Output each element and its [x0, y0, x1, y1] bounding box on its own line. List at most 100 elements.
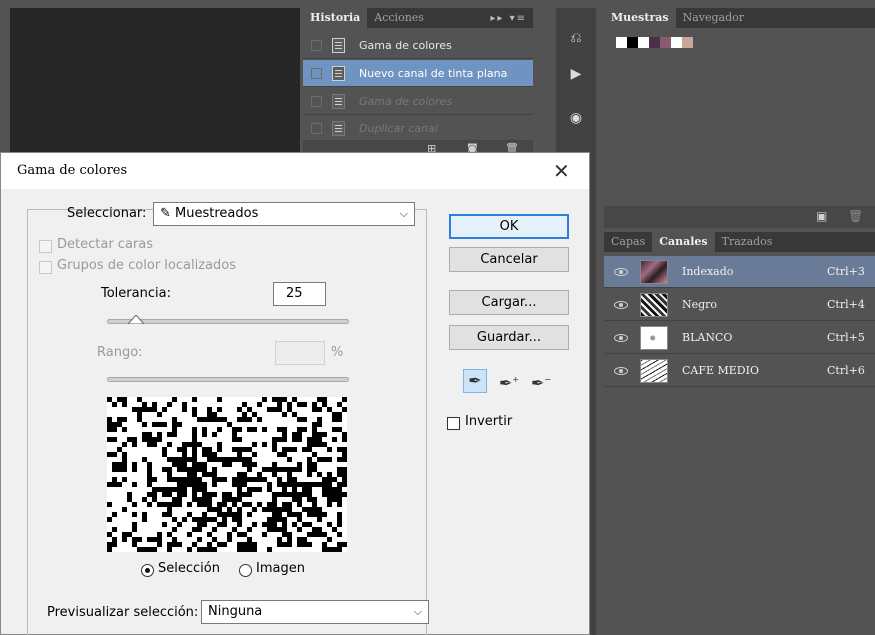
channel-shortcut: Ctrl+3: [827, 265, 865, 278]
tolerance-label: Tolerancia:: [101, 286, 171, 301]
tolerance-input[interactable]: 25: [273, 282, 326, 306]
color-swatch[interactable]: [649, 37, 660, 48]
radio-selection[interactable]: [141, 564, 154, 577]
preview-label: Previsualizar selección:: [47, 605, 199, 620]
history-checkbox[interactable]: [311, 122, 322, 134]
color-swatch[interactable]: [682, 37, 693, 48]
swatch-row: [616, 37, 693, 48]
localized-groups-checkbox[interactable]: [39, 261, 52, 274]
eyedropper-icon[interactable]: ✒: [463, 369, 487, 393]
localized-groups-label: Grupos de color localizados: [57, 258, 236, 273]
eyedropper-add-icon[interactable]: ✒+: [497, 369, 521, 393]
panel-menu-icon[interactable]: ▸▸ ▾≡: [490, 13, 533, 24]
history-item-label: Duplicar canal: [359, 121, 438, 135]
swatches-tabbar: Muestras Navegador: [604, 8, 875, 28]
channel-shortcut: Ctrl+5: [827, 331, 865, 344]
channels-tabbar: Capas Canales Trazados: [604, 232, 875, 252]
eye-icon[interactable]: [614, 267, 628, 276]
history-checkbox[interactable]: [311, 67, 322, 79]
history-item-selected[interactable]: Nuevo canal de tinta plana: [303, 60, 533, 87]
radio-selection-label: Selección: [158, 561, 220, 576]
chevron-down-icon: ⌵: [399, 207, 408, 220]
dialog-titlebar[interactable]: Gama de colores ✕: [1, 153, 589, 189]
select-value: Muestreados: [175, 206, 259, 221]
eyedropper-icon: ✎: [160, 206, 171, 221]
preview-noise-image: [107, 397, 347, 552]
document-icon: [332, 37, 345, 53]
new-swatch-icon[interactable]: ▣: [816, 209, 827, 223]
history-item[interactable]: Gama de colores: [303, 32, 533, 59]
history-checkbox[interactable]: [311, 39, 322, 51]
history-panel: Historia Acciones ▸▸ ▾≡ Gama de colores …: [303, 8, 533, 158]
history-item[interactable]: Duplicar canal: [303, 116, 533, 141]
eye-icon[interactable]: [614, 333, 628, 342]
tab-navegador[interactable]: Navegador: [676, 8, 751, 28]
channel-name: Indexado: [682, 265, 734, 278]
load-button[interactable]: Cargar...: [449, 290, 569, 315]
eye-icon[interactable]: [614, 300, 628, 309]
detect-faces-checkbox[interactable]: [39, 240, 52, 253]
eye-icon[interactable]: [614, 366, 628, 375]
range-slider: [107, 377, 349, 382]
save-button[interactable]: Guardar...: [449, 325, 569, 350]
channel-name: CAFE MEDIO: [682, 364, 759, 377]
swatches-panel: Muestras Navegador ▣ 🗑: [604, 8, 875, 228]
tab-historia[interactable]: Historia: [303, 8, 368, 28]
channel-shortcut: Ctrl+4: [827, 298, 865, 311]
document-canvas[interactable]: [10, 8, 300, 158]
tab-canales[interactable]: Canales: [652, 232, 715, 252]
history-item-label: Nuevo canal de tinta plana: [359, 66, 508, 80]
color-swatch[interactable]: [638, 37, 649, 48]
color-swatch[interactable]: [671, 37, 682, 48]
eyedropper-subtract-icon[interactable]: ✒−: [529, 369, 553, 393]
color-swatch[interactable]: [660, 37, 671, 48]
select-label: Seleccionar:: [67, 206, 147, 221]
selection-preview[interactable]: [107, 397, 347, 552]
history-checkbox[interactable]: [311, 95, 322, 107]
chevron-down-icon: ⌵: [413, 605, 422, 618]
range-label: Rango:: [97, 345, 143, 360]
close-icon[interactable]: ✕: [553, 159, 570, 183]
channel-row[interactable]: BLANCO Ctrl+5: [604, 322, 875, 354]
channel-thumbnail: [640, 358, 668, 383]
slider-thumb[interactable]: [128, 315, 145, 324]
tab-trazados[interactable]: Trazados: [715, 232, 780, 252]
preview-value: Ninguna: [208, 604, 263, 619]
invert-checkbox[interactable]: [447, 417, 460, 430]
channel-thumbnail: [640, 325, 668, 350]
dialog-title: Gama de colores: [17, 163, 128, 178]
color-range-dialog: Gama de colores ✕ Seleccionar: ✎ Muestre…: [0, 152, 590, 635]
history-tabbar: Historia Acciones ▸▸ ▾≡: [303, 8, 533, 28]
swatches-footer: ▣ 🗑: [604, 206, 875, 228]
color-swatch[interactable]: [616, 37, 627, 48]
tab-capas[interactable]: Capas: [604, 232, 652, 252]
tab-acciones[interactable]: Acciones: [367, 8, 431, 28]
channel-name: Negro: [682, 298, 718, 311]
preview-dropdown[interactable]: Ninguna ⌵: [201, 600, 429, 624]
color-swatch[interactable]: [627, 37, 638, 48]
select-dropdown[interactable]: ✎ Muestreados ⌵: [153, 202, 415, 226]
channel-row[interactable]: CAFE MEDIO Ctrl+6: [604, 355, 875, 387]
invert-label: Invertir: [465, 414, 513, 429]
history-item[interactable]: Gama de colores: [303, 88, 533, 115]
cancel-button[interactable]: Cancelar: [449, 247, 569, 272]
radio-image[interactable]: [239, 564, 252, 577]
history-item-label: Gama de colores: [359, 94, 453, 108]
detect-faces-label: Detectar caras: [57, 237, 153, 252]
channel-name: BLANCO: [682, 331, 733, 344]
channel-row[interactable]: Negro Ctrl+4: [604, 289, 875, 321]
ok-button[interactable]: OK: [449, 214, 569, 239]
channels-panel: Capas Canales Trazados Indexado Ctrl+3 N…: [604, 232, 875, 635]
adjustments-icon[interactable]: ◉: [556, 104, 596, 132]
tab-muestras[interactable]: Muestras: [604, 8, 676, 28]
history-brush-icon[interactable]: ⎌: [556, 24, 596, 52]
range-unit: %: [331, 345, 344, 360]
history-item-label: Gama de colores: [359, 38, 452, 52]
channel-row[interactable]: Indexado Ctrl+3: [604, 256, 875, 288]
channel-shortcut: Ctrl+6: [827, 364, 865, 377]
play-icon[interactable]: ▶: [556, 60, 596, 88]
trash-icon[interactable]: 🗑: [848, 209, 863, 223]
channel-thumbnail: [640, 292, 668, 317]
document-icon: [332, 120, 345, 136]
document-icon: [332, 93, 345, 109]
